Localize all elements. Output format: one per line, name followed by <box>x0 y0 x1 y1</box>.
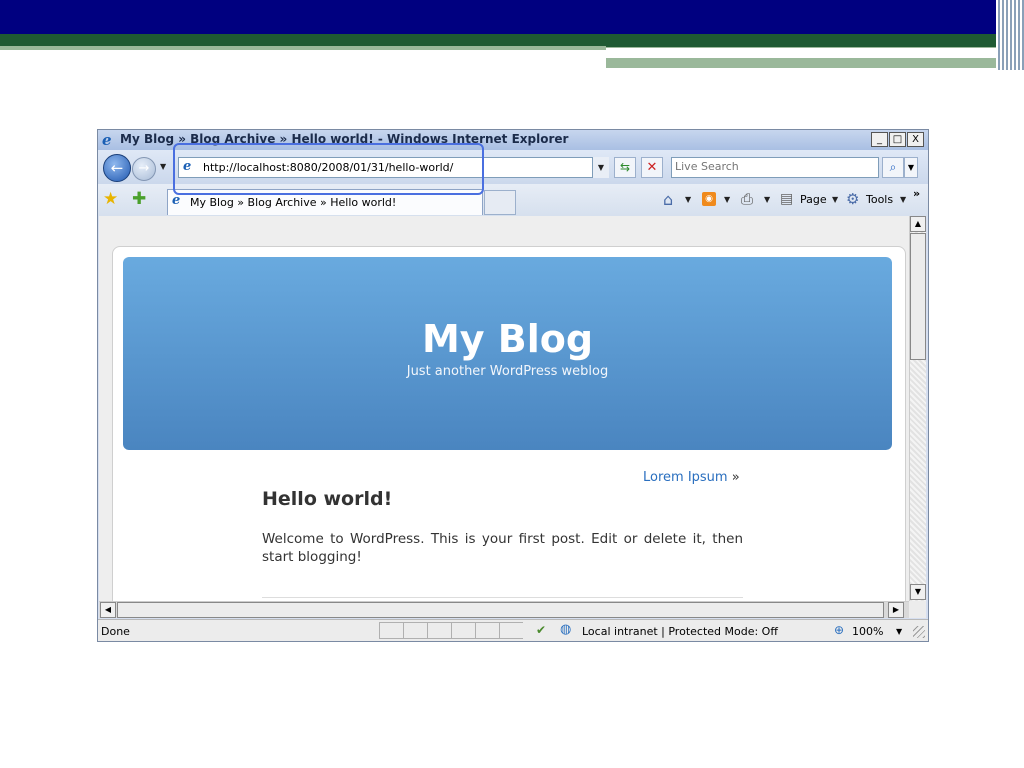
search-input[interactable] <box>675 160 873 173</box>
blog-header: My Blog Just another WordPress weblog <box>123 257 892 450</box>
minimize-button[interactable]: _ <box>871 132 888 147</box>
next-post-label[interactable]: Lorem Ipsum <box>643 470 728 485</box>
security-icon[interactable]: ✔ <box>536 623 546 637</box>
status-panel <box>403 622 427 639</box>
tab-label: My Blog » Blog Archive » Hello world! <box>190 196 397 209</box>
ie-window: e My Blog » Blog Archive » Hello world! … <box>97 129 929 642</box>
new-tab-button[interactable] <box>484 190 516 215</box>
status-text: Done <box>101 625 130 638</box>
more-commands-chevron[interactable]: » <box>913 187 920 200</box>
address-url[interactable]: http://localhost:8080/2008/01/31/hello-w… <box>203 161 453 174</box>
rss-icon[interactable]: ◉ <box>702 192 716 206</box>
status-panel <box>379 622 403 639</box>
feeds-dropdown-icon[interactable]: ▼ <box>724 195 730 204</box>
address-dropdown-button[interactable]: ▼ <box>592 157 609 178</box>
horizontal-scroll-thumb[interactable] <box>117 602 884 618</box>
post-body: Welcome to WordPress. This is your first… <box>262 531 743 565</box>
home-icon[interactable]: ⌂ <box>663 190 673 209</box>
zoom-level[interactable]: 100% <box>852 625 883 638</box>
next-post-arrow: » <box>731 470 740 485</box>
status-bar: Done ✔ ◍ Local intranet | Protected Mode… <box>98 619 928 641</box>
tools-menu[interactable]: Tools <box>866 193 893 206</box>
next-post-link[interactable]: Lorem Ipsum » <box>643 470 740 485</box>
page-icon[interactable]: ▤ <box>780 191 793 207</box>
scroll-left-button[interactable]: ◀ <box>100 602 116 618</box>
zoom-dropdown-icon[interactable]: ▼ <box>896 627 902 636</box>
star-icon[interactable]: ★ <box>103 190 118 208</box>
horizontal-scrollbar[interactable]: ◀ ▶ <box>99 601 909 618</box>
scroll-right-button[interactable]: ▶ <box>888 602 904 618</box>
slide-accent-line-left <box>0 46 606 50</box>
printer-icon[interactable]: ⎙ <box>741 190 753 208</box>
vertical-scroll-thumb[interactable] <box>910 233 926 360</box>
search-options-dropdown[interactable]: ▼ <box>904 157 918 178</box>
maximize-button[interactable]: □ <box>889 132 906 147</box>
scroll-down-button[interactable]: ▼ <box>910 584 926 600</box>
slide-accent-line-right-top <box>606 47 996 58</box>
blog-description: Just another WordPress weblog <box>406 364 609 379</box>
search-icon[interactable]: ⌕ <box>882 157 904 178</box>
status-panel <box>451 622 475 639</box>
status-panel <box>427 622 451 639</box>
gear-icon[interactable]: ⚙ <box>846 190 859 208</box>
globe-icon: ◍ <box>560 622 572 637</box>
page-menu[interactable]: Page <box>800 193 827 206</box>
forward-button[interactable]: → <box>132 157 156 181</box>
command-bar: ★ ✚ e My Blog » Blog Archive » Hello wor… <box>98 184 928 216</box>
scrollbar-corner <box>909 601 926 618</box>
back-button[interactable]: ← <box>103 154 131 182</box>
window-controls: _ □ X <box>871 132 924 147</box>
vertical-scrollbar[interactable]: ▲ ▼ <box>909 216 926 601</box>
status-panel <box>499 622 523 639</box>
navigation-bar: ← → ▼ e http://localhost:8080/2008/01/31… <box>98 150 928 184</box>
resize-grip[interactable] <box>913 626 925 638</box>
post-separator <box>262 597 743 598</box>
print-dropdown-icon[interactable]: ▼ <box>764 195 770 204</box>
blog-page: My Blog Just another WordPress weblog Lo… <box>112 246 906 601</box>
ie-page-icon: e <box>172 193 181 208</box>
ie-page-icon: e <box>183 159 192 174</box>
search-box[interactable] <box>671 157 879 178</box>
tools-dropdown-icon[interactable]: ▼ <box>900 195 906 204</box>
post-title: Hello world! <box>262 488 393 510</box>
title-bar: e My Blog » Blog Archive » Hello world! … <box>98 130 928 150</box>
security-zone[interactable]: Local intranet | Protected Mode: Off <box>582 625 778 638</box>
status-panel <box>475 622 499 639</box>
tab-active[interactable]: e My Blog » Blog Archive » Hello world! <box>167 189 483 215</box>
page-dropdown-icon[interactable]: ▼ <box>832 195 838 204</box>
refresh-button[interactable]: ⇆ <box>614 157 636 178</box>
window-title: My Blog » Blog Archive » Hello world! - … <box>120 132 569 146</box>
slide-corner-stripes <box>996 0 1024 70</box>
scroll-up-button[interactable]: ▲ <box>910 216 926 232</box>
recent-pages-dropdown-icon[interactable]: ▼ <box>160 162 166 171</box>
slide-top-band <box>0 0 1024 34</box>
stop-button[interactable]: ✕ <box>641 157 663 178</box>
add-star-icon[interactable]: ✚ <box>132 190 146 208</box>
close-button[interactable]: X <box>907 132 924 147</box>
ie-logo-icon: e <box>102 131 112 149</box>
slide-accent-line-right-bottom <box>606 58 996 68</box>
address-bar[interactable]: e http://localhost:8080/2008/01/31/hello… <box>178 157 609 178</box>
magnifier-icon: ⊕ <box>834 623 845 637</box>
page-viewport: My Blog Just another WordPress weblog Lo… <box>99 216 909 601</box>
home-dropdown-icon[interactable]: ▼ <box>685 195 691 204</box>
status-panels <box>379 622 523 639</box>
blog-title[interactable]: My Blog <box>123 317 892 361</box>
